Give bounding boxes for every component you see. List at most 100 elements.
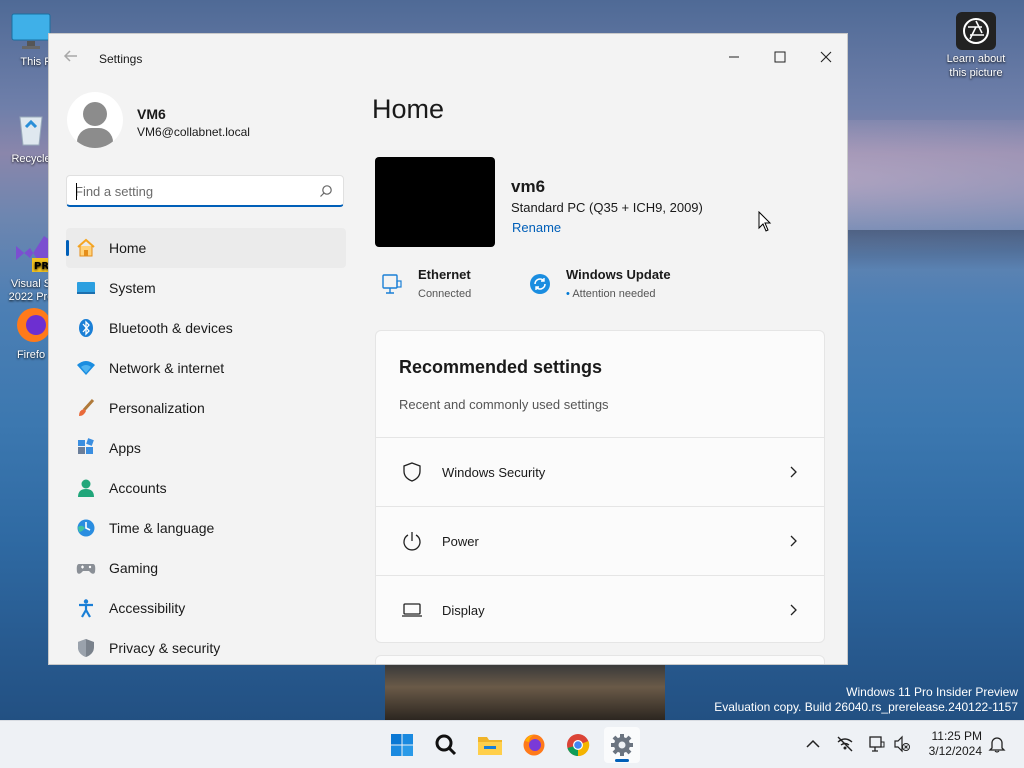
card-subtitle: Recent and commonly used settings	[399, 397, 609, 412]
avatar[interactable]	[67, 92, 123, 148]
display-icon	[402, 603, 422, 617]
wallpaper-horizon	[848, 230, 1024, 270]
window-title: Settings	[99, 52, 143, 66]
maximize-button[interactable]	[757, 42, 803, 72]
sync-icon	[530, 274, 550, 294]
gaming-icon	[76, 558, 96, 578]
clock-date: 3/12/2024	[928, 744, 982, 758]
card-title: Recommended settings	[399, 357, 603, 377]
notification-bell-icon[interactable]	[988, 735, 1006, 753]
text-caret	[76, 183, 77, 200]
recommended-item-label: Power	[442, 533, 479, 549]
windows-logo-icon	[391, 734, 413, 756]
sidebar-item-personalization[interactable]: Personalization	[66, 388, 346, 428]
firefox-icon	[523, 734, 545, 756]
chrome-button[interactable]	[560, 727, 596, 763]
rename-link[interactable]: Rename	[512, 220, 561, 235]
taskbar: 11:25 PM 3/12/2024	[0, 720, 1024, 768]
power-icon	[403, 532, 421, 551]
windows-update-status[interactable]: Windows Update • Attention needed	[529, 267, 709, 307]
sidebar-item-label: Home	[109, 240, 147, 256]
visual-studio-icon: PR	[10, 219, 52, 272]
page-title: Home	[372, 94, 445, 124]
chevron-right-icon	[790, 604, 797, 616]
ethernet-icon	[382, 274, 402, 294]
system-clock[interactable]: 11:25 PM 3/12/2024	[918, 729, 982, 759]
learn-about-picture[interactable]: Learn about this picture	[940, 12, 1012, 80]
recommended-item-windows-security[interactable]: Windows Security	[376, 437, 824, 506]
recommended-item-label: Windows Security	[442, 464, 546, 480]
folder-icon	[478, 737, 502, 755]
sidebar-item-time-language[interactable]: Time & language	[66, 508, 346, 548]
ethernet-status[interactable]: Ethernet Connected	[381, 267, 521, 307]
search-icon[interactable]	[319, 184, 333, 198]
volume-muted-icon[interactable]	[893, 735, 911, 753]
recycle-bin-icon	[10, 107, 52, 149]
firefox-button[interactable]	[516, 727, 552, 763]
minimize-icon	[729, 56, 739, 58]
home-icon	[76, 238, 96, 258]
status-title: Windows Update	[566, 267, 671, 282]
minimize-button[interactable]	[711, 42, 757, 72]
sidebar-item-accessibility[interactable]: Accessibility	[66, 588, 346, 628]
time-language-icon	[76, 518, 96, 538]
network-icon	[76, 358, 96, 378]
shield-icon	[76, 638, 96, 658]
user-email: VM6@collabnet.local	[137, 125, 250, 139]
device-model: Standard PC (Q35 + ICH9, 2009)	[511, 200, 703, 215]
sidebar-item-label: Accessibility	[109, 600, 186, 616]
recommended-item-label: Display	[442, 602, 485, 618]
recommended-item-power[interactable]: Power	[376, 506, 824, 575]
chevron-up-icon[interactable]	[804, 735, 822, 753]
taskbar-search-button[interactable]	[428, 727, 464, 763]
wallpaper-dock	[385, 665, 665, 720]
sidebar-item-bluetooth[interactable]: Bluetooth & devices	[66, 308, 346, 348]
brush-icon	[76, 398, 96, 418]
mouse-cursor-icon	[758, 211, 772, 232]
sidebar-item-apps[interactable]: Apps	[66, 428, 346, 468]
network-ethernet-icon[interactable]	[868, 735, 886, 753]
next-card	[375, 655, 825, 664]
accounts-icon	[76, 478, 96, 498]
device-name: vm6	[511, 177, 546, 196]
recommended-settings-card: Recommended settings Recent and commonly…	[375, 330, 825, 643]
sidebar-item-home[interactable]: Home	[66, 228, 346, 268]
sidebar-item-label: Gaming	[109, 560, 159, 576]
sidebar-item-privacy[interactable]: Privacy & security	[66, 628, 346, 664]
sidebar-item-label: Accounts	[109, 480, 167, 496]
watermark-line2: Evaluation copy. Build 26040.rs_prerelea…	[714, 700, 1018, 714]
sidebar-item-gaming[interactable]: Gaming	[66, 548, 346, 588]
device-thumbnail	[375, 157, 495, 247]
accessibility-icon	[76, 598, 96, 618]
status-sub-text: Attention needed	[572, 288, 656, 300]
sidebar-item-label: Personalization	[109, 400, 205, 416]
sidebar-item-label: Time & language	[109, 520, 215, 536]
firefox-icon	[10, 303, 52, 345]
sidebar-item-label: Privacy & security	[109, 640, 221, 656]
settings-app-button[interactable]	[604, 727, 640, 763]
sidebar-item-accounts[interactable]: Accounts	[66, 468, 346, 508]
sidebar-item-system[interactable]: System	[66, 268, 346, 308]
search-box[interactable]	[66, 175, 344, 207]
clock-time: 11:25 PM	[931, 729, 982, 743]
sidebar-item-label: Apps	[109, 440, 141, 456]
title-bar[interactable]: Settings	[49, 34, 847, 80]
gear-icon	[611, 734, 633, 756]
sidebar-item-label: Bluetooth & devices	[109, 320, 233, 336]
file-explorer-button[interactable]	[472, 727, 508, 763]
search-icon	[435, 734, 457, 756]
recommended-item-display[interactable]: Display	[376, 575, 824, 642]
sidebar-item-label: System	[109, 280, 156, 296]
no-network-icon[interactable]	[836, 735, 854, 753]
search-input[interactable]	[75, 182, 305, 200]
chevron-right-icon	[790, 466, 797, 478]
apps-icon	[76, 438, 96, 458]
system-icon	[76, 278, 96, 298]
back-arrow-icon[interactable]	[63, 48, 83, 68]
monitor-icon	[10, 10, 52, 52]
close-button[interactable]	[803, 42, 847, 72]
start-button[interactable]	[384, 727, 420, 763]
status-title: Ethernet	[418, 267, 471, 282]
evaluation-watermark: Windows 11 Pro Insider Preview Evaluatio…	[714, 685, 1018, 715]
sidebar-item-network[interactable]: Network & internet	[66, 348, 346, 388]
